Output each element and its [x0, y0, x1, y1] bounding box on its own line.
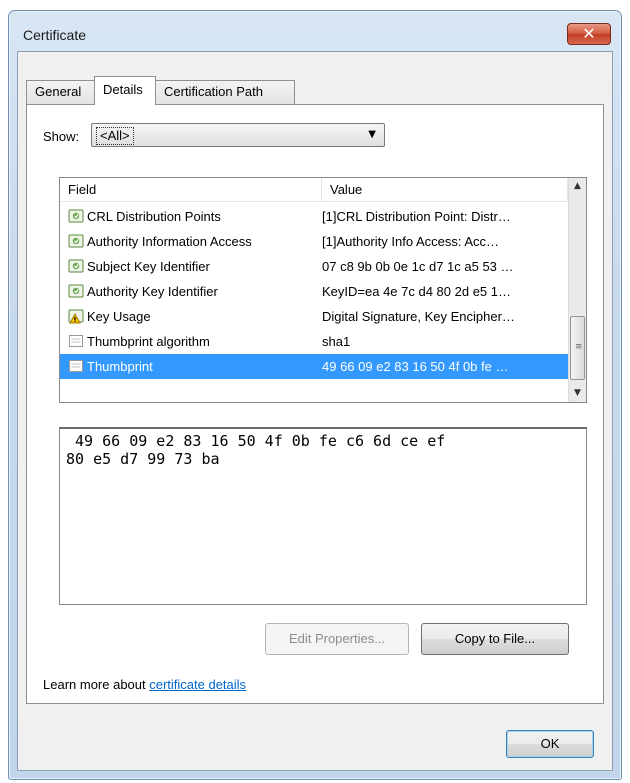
list-item[interactable]: Authority Information Access [1]Authority…	[60, 229, 568, 254]
cert-extension-icon	[68, 234, 87, 249]
field-cell: Authority Key Identifier	[68, 279, 218, 304]
cert-extension-icon	[68, 259, 87, 274]
list-rows: CRL Distribution Points [1]CRL Distributi…	[60, 204, 568, 379]
vertical-scrollbar[interactable]: ▲ ≡ ▼	[568, 178, 586, 402]
title-bar[interactable]: Certificate ✕	[9, 11, 621, 51]
grip-icon: ≡	[575, 342, 583, 352]
list-item[interactable]: Thumbprint algorithm sha1	[60, 329, 568, 354]
property-icon	[68, 334, 87, 349]
field-value-textbox[interactable]: 49 66 09 e2 83 16 50 4f 0b fe c6 6d ce e…	[59, 427, 587, 605]
field-cell: Thumbprint	[68, 354, 153, 379]
field-name: Authority Information Access	[87, 234, 252, 249]
value-cell: Digital Signature, Key Encipher…	[322, 309, 515, 324]
window-title: Certificate	[23, 27, 87, 43]
scrollbar-thumb[interactable]: ≡	[570, 316, 585, 380]
field-name: Key Usage	[87, 309, 151, 324]
value-cell: 07 c8 9b 0b 0e 1c d7 1c a5 53 …	[322, 259, 514, 274]
learn-more-text: Learn more about certificate details	[43, 677, 246, 692]
list-item[interactable]: Key Usage Digital Signature, Key Encipher…	[60, 304, 568, 329]
edit-properties-button[interactable]: Edit Properties...	[265, 623, 409, 655]
field-cell: Authority Information Access	[68, 229, 252, 254]
field-name: Subject Key Identifier	[87, 259, 210, 274]
list-item[interactable]: Thumbprint 49 66 09 e2 83 16 50 4f 0b fe …	[60, 354, 568, 379]
tab-certification-path[interactable]: Certification Path	[155, 80, 295, 104]
scroll-down-icon[interactable]: ▼	[569, 385, 586, 402]
field-cell: Key Usage	[68, 304, 151, 329]
value-cell: [1]Authority Info Access: Acc…	[322, 234, 500, 249]
property-icon	[68, 359, 87, 374]
show-dropdown[interactable]: <All> ▼	[91, 123, 385, 147]
details-panel: Show: <All> ▼ Field Value CRL Distributi…	[26, 104, 604, 704]
dialog-client-area: General Details Certification Path Show:…	[17, 51, 613, 771]
scroll-up-icon[interactable]: ▲	[569, 178, 586, 195]
field-name: CRL Distribution Points	[87, 209, 221, 224]
copy-to-file-button[interactable]: Copy to File...	[421, 623, 569, 655]
cert-extension-icon	[68, 209, 87, 224]
list-item[interactable]: CRL Distribution Points [1]CRL Distributi…	[60, 204, 568, 229]
tab-general[interactable]: General	[26, 80, 95, 104]
close-button[interactable]: ✕	[567, 23, 611, 45]
certificate-details-link[interactable]: certificate details	[149, 677, 246, 692]
column-header-field[interactable]: Field	[60, 178, 322, 202]
critical-extension-icon	[68, 309, 87, 324]
field-name: Thumbprint	[87, 359, 153, 374]
cert-extension-icon	[68, 284, 87, 299]
close-icon: ✕	[582, 24, 596, 43]
fields-list[interactable]: Field Value CRL Distribution Points [1]CR…	[59, 177, 587, 403]
show-label: Show:	[43, 129, 80, 144]
value-cell: 49 66 09 e2 83 16 50 4f 0b fe …	[322, 359, 509, 374]
value-cell: sha1	[322, 334, 351, 349]
list-item[interactable]: Authority Key Identifier KeyID=ea 4e 7c d…	[60, 279, 568, 304]
field-cell: CRL Distribution Points	[68, 204, 221, 229]
ok-button[interactable]: OK	[506, 730, 594, 758]
field-name: Authority Key Identifier	[87, 284, 218, 299]
column-header-value[interactable]: Value	[322, 178, 568, 202]
field-cell: Thumbprint algorithm	[68, 329, 210, 354]
value-cell: KeyID=ea 4e 7c d4 80 2d e5 1…	[322, 284, 511, 299]
list-item[interactable]: Subject Key Identifier 07 c8 9b 0b 0e 1c …	[60, 254, 568, 279]
tab-details[interactable]: Details	[94, 76, 156, 105]
field-cell: Subject Key Identifier	[68, 254, 210, 279]
learn-more-prefix: Learn more about	[43, 677, 150, 692]
list-header: Field Value	[60, 178, 568, 202]
certificate-dialog: Certificate ✕ General Details Certificat…	[8, 10, 622, 780]
chevron-down-icon: ▼	[368, 129, 376, 140]
value-cell: [1]CRL Distribution Point: Distr…	[322, 209, 511, 224]
show-dropdown-value: <All>	[96, 127, 134, 145]
field-name: Thumbprint algorithm	[87, 334, 210, 349]
